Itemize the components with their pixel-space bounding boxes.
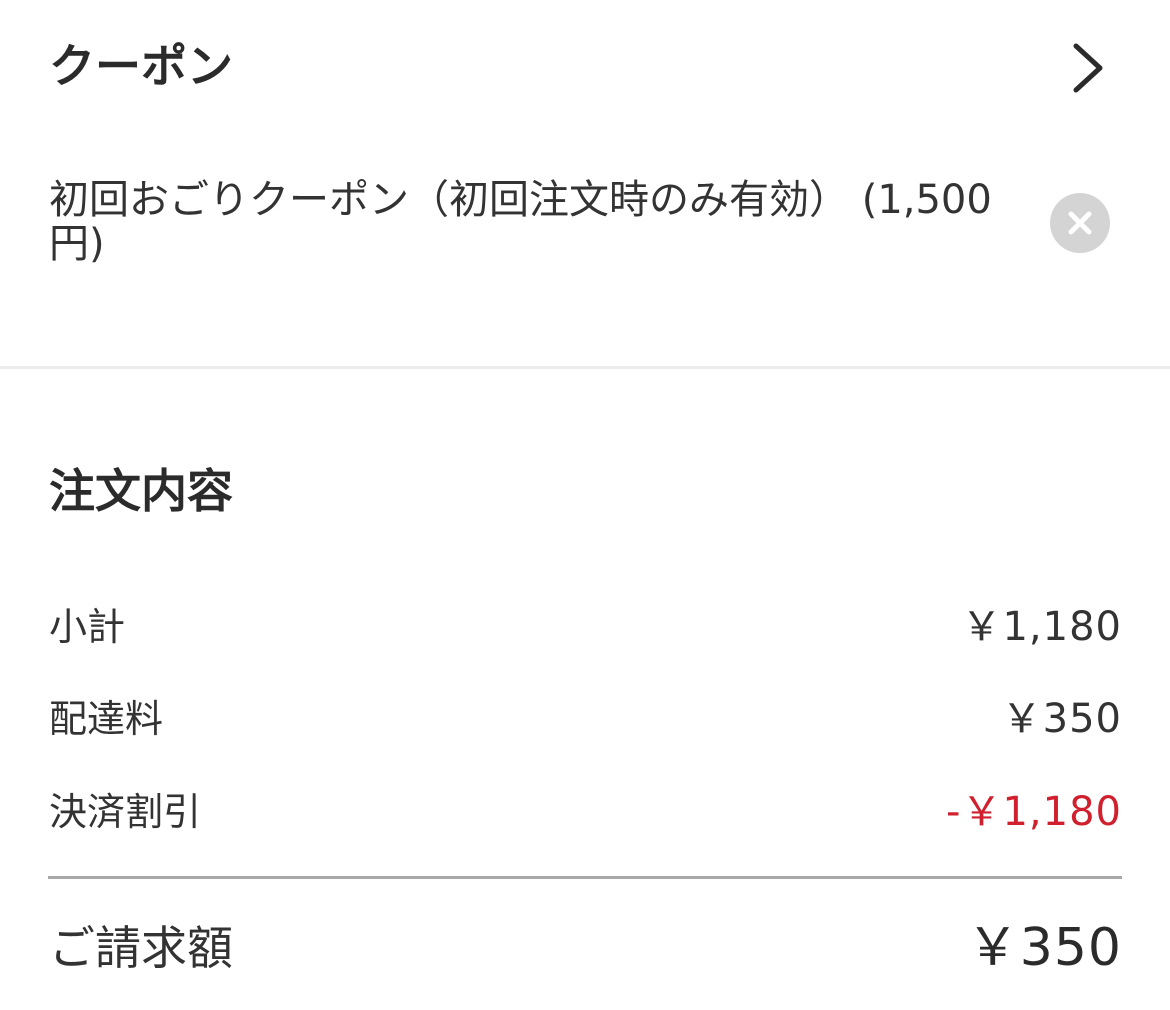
applied-coupon-label: 初回おごりクーポン（初回注文時のみ有効） (1,500円) <box>49 177 992 267</box>
payment-discount-row: 決済割引 -￥1,180 <box>49 787 1122 837</box>
delivery-fee-label: 配達料 <box>49 697 164 741</box>
remove-coupon-button[interactable] <box>1050 193 1110 253</box>
coupon-row[interactable]: クーポン <box>0 0 1170 135</box>
payment-discount-label: 決済割引 <box>49 790 202 834</box>
total-label: ご請求額 <box>49 921 233 975</box>
payment-discount-value: -￥1,180 <box>946 789 1122 835</box>
section-divider <box>0 366 1170 369</box>
total-divider <box>48 876 1122 879</box>
order-summary-title: 注文内容 <box>49 464 233 518</box>
subtotal-row: 小計 ￥1,180 <box>49 602 1122 652</box>
total-row: ご請求額 ￥350 <box>49 915 1122 981</box>
delivery-fee-value: ￥350 <box>1001 696 1122 742</box>
subtotal-label: 小計 <box>49 605 126 649</box>
delivery-fee-row: 配達料 ￥350 <box>49 694 1122 744</box>
chevron-right-icon[interactable] <box>1068 42 1108 94</box>
coupon-title: クーポン <box>49 39 233 93</box>
total-value: ￥350 <box>966 918 1122 978</box>
subtotal-value: ￥1,180 <box>961 604 1122 650</box>
